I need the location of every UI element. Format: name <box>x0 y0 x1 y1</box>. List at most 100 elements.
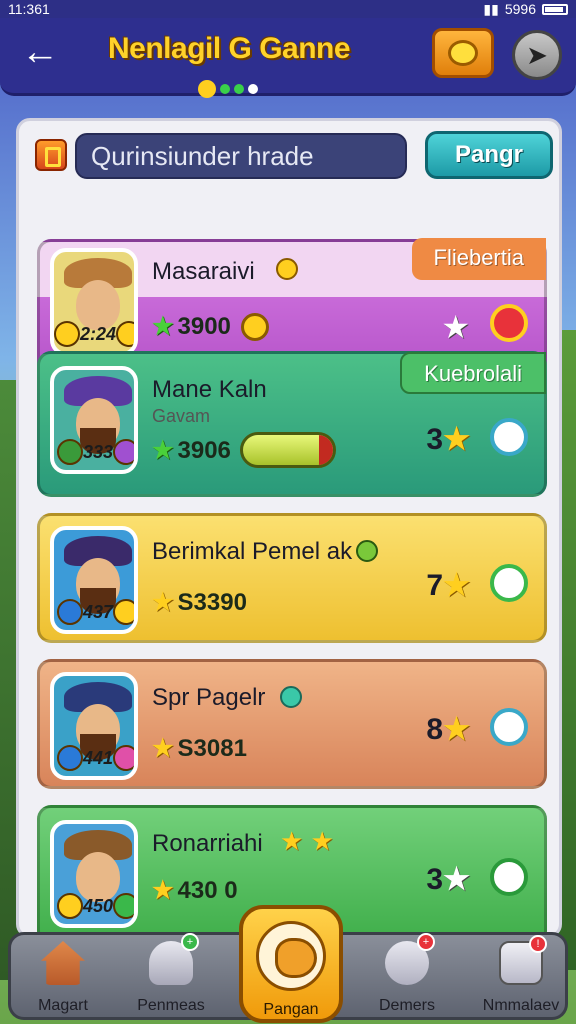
nav-label: Penmeas <box>137 997 205 1014</box>
score-value: 430 0 <box>177 876 238 904</box>
bottom-nav: Magart + Penmeas Pangan + Demers ! Nmmal… <box>8 905 569 1023</box>
coin-icon <box>276 258 298 280</box>
player-name: Berimkal Pemel ak <box>152 538 353 565</box>
coins-button[interactable] <box>432 28 494 78</box>
player-score: ★ 430 0 <box>152 876 238 905</box>
flower-icon <box>490 708 528 746</box>
nav-label: Nmmalaev <box>482 997 560 1014</box>
page-dot <box>220 84 230 94</box>
page-indicator <box>198 80 258 98</box>
level-text: 441 <box>82 747 114 768</box>
status-bar: 11:361 ▮▮ 5996 <box>0 0 576 18</box>
progress-bar <box>240 432 336 468</box>
player-card[interactable]: 437 Berimkal Pemel ak ★ S3390 7★ <box>37 513 547 643</box>
player-score: ★ S3390 <box>152 588 247 617</box>
nav-item-center[interactable]: Pangan <box>239 905 343 1023</box>
rank-value: 3 <box>426 863 444 896</box>
level-text: 437 <box>82 601 114 622</box>
smile-icon <box>356 540 378 562</box>
house-icon <box>41 941 85 985</box>
star-icon: ★ <box>152 437 174 464</box>
player-rank: 8★ <box>426 713 470 746</box>
star-icon: ★ <box>152 735 174 762</box>
player-subtitle: Gavam <box>152 406 211 426</box>
player-tag: Kuebrolali <box>400 352 546 394</box>
candy-icon <box>113 745 134 771</box>
level-text: 333 <box>82 441 114 462</box>
progress-end <box>319 435 333 465</box>
player-avatar: 2:24 <box>50 248 138 356</box>
search-button[interactable]: Pangr <box>425 131 553 179</box>
score-value: 3900 <box>177 312 231 340</box>
back-arrow-icon[interactable]: ← <box>18 32 62 72</box>
leaderboard-panel: Pangr 2:24 Masaraivi Fliebertia ★ 3900 ★ <box>16 118 562 938</box>
nav-item-home[interactable]: Magart <box>15 941 111 1015</box>
player-name: Masaraivi <box>152 258 255 285</box>
flower-icon <box>490 858 528 896</box>
player-tag: Fliebertia <box>411 238 546 280</box>
level-text: 2:24 <box>79 323 117 344</box>
coin-icon <box>116 321 134 347</box>
player-avatar: 333 <box>50 366 138 474</box>
score-value: S3081 <box>177 734 247 762</box>
search-input[interactable] <box>75 133 407 179</box>
player-rank: 3★ <box>426 423 470 456</box>
star-icon: ★ ★ <box>280 826 334 856</box>
nav-item-chat[interactable]: + Demers <box>359 933 455 1015</box>
gem-icon <box>280 686 302 708</box>
player-name: Ronarriahi <box>152 830 263 857</box>
notification-badge: + <box>417 933 435 951</box>
player-avatar: 437 <box>50 526 138 634</box>
page-dot <box>234 84 244 94</box>
nav-item-dice[interactable]: ! Nmmalaev <box>473 935 569 1015</box>
notification-badge: + <box>181 933 199 951</box>
fire-orb-icon <box>490 304 528 342</box>
rank-value: 3 <box>426 423 444 456</box>
header: ← Nenlagil G Ganne ➤ <box>0 18 576 98</box>
level-badge: 333 <box>54 438 134 466</box>
coin-icon <box>113 599 134 625</box>
page-title: Nenlagil G Ganne <box>108 32 351 65</box>
search-row: Pangr <box>35 131 555 181</box>
score-value: 3906 <box>177 436 231 464</box>
nav-label: Magart <box>38 997 88 1014</box>
level-text: 450 <box>82 895 114 916</box>
star-icon: ★ <box>441 309 470 345</box>
score-value: S3390 <box>177 588 247 616</box>
player-score: ★ 3906 <box>152 436 231 465</box>
player-score: ★ S3081 <box>152 734 247 763</box>
shield-icon <box>56 599 83 625</box>
dice-icon: ! <box>499 935 547 985</box>
player-card[interactable]: 441 Spr Pagelr ★ S3081 8★ <box>37 659 547 789</box>
nav-label: Demers <box>378 997 435 1014</box>
coin-stack-icon <box>448 40 478 66</box>
gem-icon <box>113 439 134 465</box>
page-dot-active <box>198 80 216 98</box>
player-name: Mane Kaln <box>152 376 267 403</box>
players-icon: + <box>149 933 199 985</box>
signal-icon: ▮▮ <box>483 0 499 17</box>
status-time: 11:361 <box>8 1 50 17</box>
player-rank: 3★ <box>426 863 470 896</box>
nav-item-players[interactable]: + Penmeas <box>123 933 219 1015</box>
player-avatar: 441 <box>50 672 138 780</box>
level-badge: 2:24 <box>54 320 134 348</box>
notification-badge: ! <box>529 935 547 953</box>
chat-icon: + <box>385 933 435 985</box>
coin-icon <box>56 893 83 919</box>
player-card[interactable]: 333 Mane Kaln Gavam Kuebrolali ★ 3906 3★ <box>37 351 547 497</box>
player-rank: 7★ <box>426 569 470 602</box>
flower-icon <box>490 564 528 602</box>
flower-icon <box>490 418 528 456</box>
star-icon: ★ <box>152 589 174 616</box>
rank-value: 7 <box>426 569 444 602</box>
wing-icon <box>56 745 83 771</box>
player-name: Spr Pagelr <box>152 684 266 711</box>
star-icon: ★ <box>152 313 174 340</box>
level-badge: 450 <box>54 892 134 920</box>
compass-icon[interactable]: ➤ <box>512 30 562 80</box>
leaf-icon <box>113 893 134 919</box>
rank-value: 8 <box>426 713 444 746</box>
coin-icon <box>54 321 80 347</box>
status-right-text: 5996 <box>504 1 536 17</box>
